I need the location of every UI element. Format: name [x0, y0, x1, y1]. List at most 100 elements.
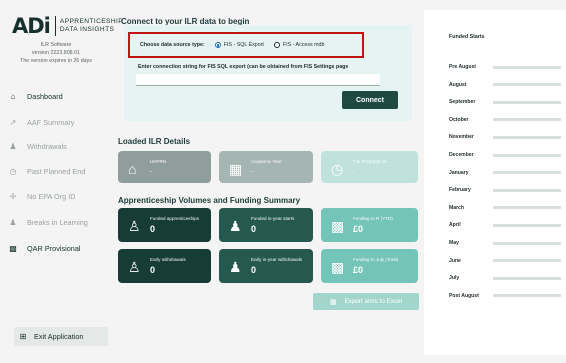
- card-value: 0: [251, 224, 257, 234]
- month-bar-track: [492, 188, 561, 192]
- radio-access-mdb[interactable]: FIS - Access mdb: [273, 42, 325, 48]
- excel-icon: ▦: [329, 298, 337, 306]
- month-bar-track: [492, 100, 561, 104]
- exit-label: Exit Application: [34, 332, 84, 341]
- sidebar-item-label: Past Planned End: [27, 167, 86, 176]
- card-value: -: [251, 169, 253, 175]
- month-label: November: [449, 134, 474, 141]
- chart-icon: ↗: [9, 118, 17, 127]
- month-label: October: [449, 116, 469, 123]
- export-aims-button[interactable]: ▦ Export aims to Excel: [313, 293, 419, 310]
- month-label: September: [449, 99, 476, 106]
- data-source-type-group: Choose data source type: FIS - SQL Expor…: [128, 32, 364, 58]
- month-label: Post August: [449, 292, 479, 299]
- academic-year-card: ▦ Academic Year -: [219, 151, 313, 183]
- main-panel: Connect to your ILR data to begin Choose…: [112, 0, 422, 363]
- month-label: January: [449, 169, 469, 176]
- month-label: February: [449, 187, 471, 194]
- ukprn-card: ⌂ UKPRN -: [118, 151, 211, 183]
- money-icon: ▩: [331, 218, 345, 234]
- sidebar-item-label: AAF Summary: [27, 118, 75, 127]
- bar-chart-icon: ▩: [9, 244, 17, 253]
- month-bar-track: [492, 171, 561, 175]
- month-label: June: [449, 257, 461, 264]
- month-label: August: [449, 81, 467, 88]
- sidebar-item-breaks-in-learning[interactable]: ♟ Breaks in Learning: [4, 214, 108, 231]
- sidebar-item-dashboard[interactable]: ⌂ Dashboard: [4, 88, 108, 105]
- sidebar-item-label: Withdrawals: [27, 142, 67, 151]
- sidebar-item-withdrawals[interactable]: ♟ Withdrawals: [4, 138, 108, 155]
- month-bar-track: [492, 153, 561, 157]
- clock-icon: ◷: [9, 167, 17, 176]
- money-icon: ▩: [331, 259, 345, 275]
- clock-icon: ◷: [331, 161, 344, 177]
- month-bar-track: [492, 276, 561, 280]
- month-label: May: [449, 240, 459, 246]
- card-title: Early withdrawals: [150, 257, 186, 262]
- card-title: Funded apprenticeships: [150, 216, 200, 221]
- funded-starts-row: February0: [449, 185, 561, 195]
- logo: ADi APPRENTICESHIP DATA INSIGHTS: [12, 14, 123, 38]
- funded-starts-row: October0: [449, 115, 561, 125]
- card-title: Academic Year: [251, 159, 282, 164]
- connect-button[interactable]: Connect: [342, 91, 398, 109]
- card-title: Early in-year withdrawals: [251, 257, 303, 262]
- export-label: Export aims to Excel: [344, 298, 403, 305]
- sidebar-item-past-planned-end[interactable]: ◷ Past Planned End: [4, 163, 108, 180]
- funded-starts-row: July0: [449, 273, 561, 283]
- early-in-year-withdrawals-card: ♟ Early in-year withdrawals 0: [219, 249, 313, 283]
- funded-starts-row: December0: [449, 150, 561, 160]
- sidebar: ADi APPRENTICESHIP DATA INSIGHTS ILR Sof…: [0, 0, 123, 363]
- month-bar-track: [492, 83, 561, 87]
- calendar-icon: ▦: [229, 161, 243, 177]
- month-label: April: [449, 222, 461, 229]
- sidebar-item-aaf-summary[interactable]: ↗ AAF Summary: [4, 114, 108, 131]
- card-title: File Prepared on: [353, 159, 387, 164]
- sidebar-item-no-epa-org-id[interactable]: ✢ No EPA Org ID: [4, 188, 108, 205]
- funded-starts-row: September0: [449, 97, 561, 107]
- user-pause-icon: ♟: [9, 218, 17, 227]
- month-bar-track: [492, 259, 561, 263]
- radio-mdb-label: FIS - Access mdb: [282, 42, 325, 48]
- group-icon: ♙: [128, 259, 141, 275]
- radio-sql-label: FIS - SQL Export: [223, 42, 264, 48]
- loaded-ilr-heading: Loaded ILR Details: [118, 137, 191, 146]
- month-bar-track: [492, 118, 561, 122]
- funding-to-r-card: ▩ Funding to R (YTD) £0: [321, 208, 418, 242]
- funded-starts-row: Pre August0: [449, 62, 561, 72]
- card-title: Funded in-year starts: [251, 216, 295, 221]
- sidebar-item-qar-provisional[interactable]: ▩ QAR Provisional: [4, 240, 108, 257]
- data-source-label: Choose data source type:: [140, 42, 205, 48]
- funded-starts-row: June0: [449, 256, 561, 266]
- month-bar-track: [492, 294, 561, 298]
- radio-sql-export[interactable]: FIS - SQL Export: [214, 42, 264, 48]
- card-value: 0: [150, 224, 156, 234]
- funded-starts-row: April0: [449, 220, 561, 230]
- radio-unselected-icon: [273, 42, 280, 48]
- volumes-heading: Apprenticeship Volumes and Funding Summa…: [118, 196, 301, 205]
- month-label: Pre August: [449, 64, 476, 70]
- sidebar-item-label: QAR Provisional: [27, 244, 81, 253]
- sidebar-item-label: Dashboard: [27, 92, 63, 101]
- sidebar-item-label: Breaks in Learning: [27, 218, 88, 227]
- exit-application-button[interactable]: ⊞ Exit Application: [14, 327, 108, 346]
- funded-starts-panel: Funded Starts Pre August0 August0 Septembe…: [424, 10, 566, 355]
- expiry-text: The version expires in 26 days: [20, 58, 92, 64]
- funded-starts-row: May0: [449, 238, 561, 248]
- connection-string-input[interactable]: [136, 74, 380, 86]
- card-value: 0: [150, 265, 156, 275]
- card-title: Funding to July (Total): [353, 257, 399, 262]
- no-entry-icon: ✢: [9, 192, 17, 201]
- funded-in-year-starts-card: ♟ Funded in-year starts 0: [219, 208, 313, 242]
- home-icon: ⌂: [10, 92, 16, 101]
- radio-selected-icon: [214, 42, 221, 48]
- funded-starts-title: Funded Starts: [449, 34, 485, 40]
- logo-divider: [54, 16, 56, 36]
- early-withdrawals-card: ♙ Early withdrawals 0: [118, 249, 211, 283]
- house-icon: ⌂: [128, 161, 137, 177]
- month-bar-track: [492, 135, 561, 139]
- version-text: version 2223.808.01: [31, 50, 80, 56]
- card-value: 0: [251, 265, 257, 275]
- exit-icon: ⊞: [19, 332, 27, 341]
- funded-starts-row: August0: [449, 80, 561, 90]
